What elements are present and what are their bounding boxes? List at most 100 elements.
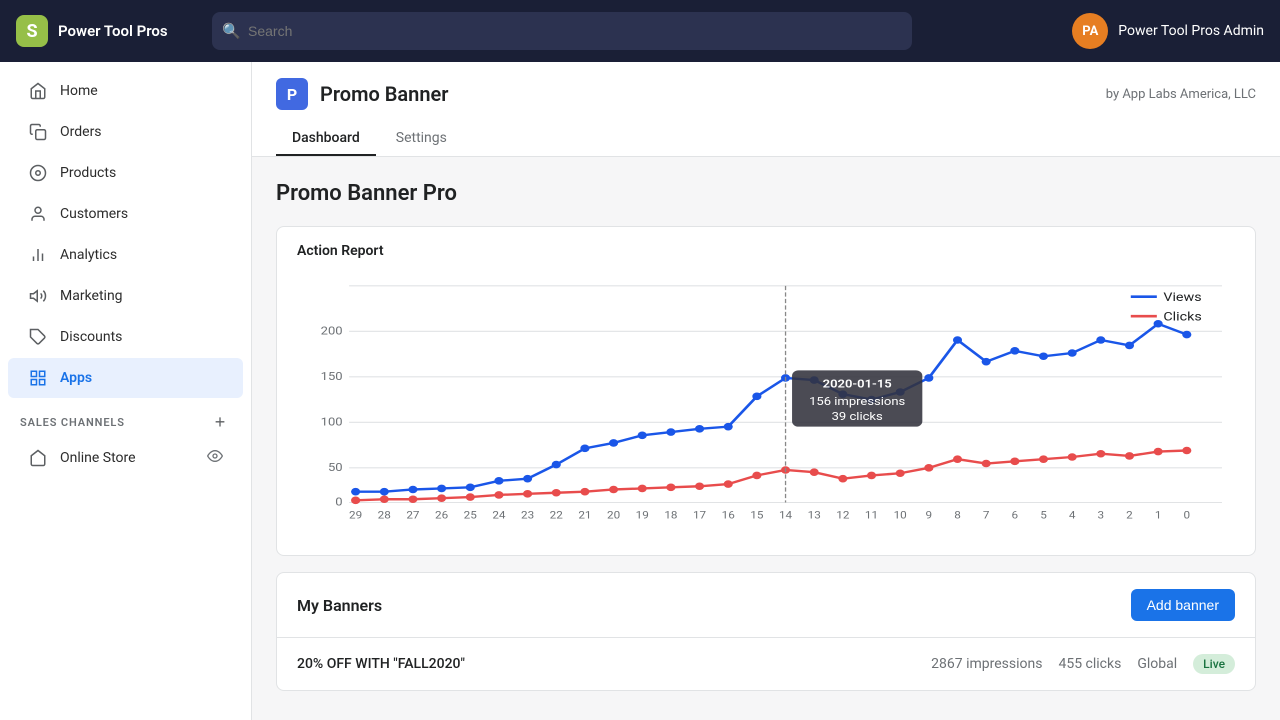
brand[interactable]: S Power Tool Pros — [16, 15, 196, 47]
svg-text:3: 3 — [1098, 510, 1105, 522]
svg-text:1: 1 — [1155, 510, 1162, 522]
svg-text:200: 200 — [321, 325, 343, 338]
sidebar-label-home: Home — [60, 83, 98, 99]
sidebar-label-orders: Orders — [60, 124, 102, 140]
svg-text:39 clicks: 39 clicks — [832, 410, 883, 423]
svg-text:150: 150 — [321, 370, 343, 383]
svg-text:100: 100 — [321, 416, 343, 429]
orders-icon — [28, 122, 48, 142]
svg-text:25: 25 — [464, 510, 477, 522]
svg-text:19: 19 — [636, 510, 649, 522]
svg-text:16: 16 — [722, 510, 735, 522]
svg-text:7: 7 — [983, 510, 990, 522]
sidebar-item-analytics[interactable]: Analytics — [8, 235, 243, 275]
svg-text:8: 8 — [954, 510, 961, 522]
sidebar-item-apps[interactable]: Apps — [8, 358, 243, 398]
sales-channels-header: SALES CHANNELS + — [0, 399, 251, 437]
tab-settings[interactable]: Settings — [380, 122, 463, 156]
svg-text:26: 26 — [435, 510, 448, 522]
analytics-icon — [28, 245, 48, 265]
sidebar-label-discounts: Discounts — [60, 329, 122, 345]
tab-dashboard[interactable]: Dashboard — [276, 122, 376, 156]
user-name: Power Tool Pros Admin — [1118, 23, 1264, 39]
app-logo: P — [276, 78, 308, 110]
app-header: P Promo Banner by App Labs America, LLC … — [252, 62, 1280, 157]
banner-row: 20% OFF WITH "FALL2020" 2867 impressions… — [277, 637, 1255, 690]
sidebar-label-apps: Apps — [60, 370, 92, 386]
banner-clicks: 455 clicks — [1058, 656, 1121, 672]
sidebar-label-analytics: Analytics — [60, 247, 117, 263]
sidebar-item-products[interactable]: Products — [8, 153, 243, 193]
home-icon — [28, 81, 48, 101]
banner-scope: Global — [1137, 656, 1177, 672]
svg-text:12: 12 — [836, 510, 849, 522]
customers-icon — [28, 204, 48, 224]
online-store-visibility-icon[interactable] — [207, 448, 223, 468]
sidebar-item-customers[interactable]: Customers — [8, 194, 243, 234]
user-area: PA Power Tool Pros Admin — [1072, 13, 1264, 49]
svg-text:15: 15 — [750, 510, 763, 522]
apps-icon — [28, 368, 48, 388]
app-author: by App Labs America, LLC — [1106, 87, 1256, 102]
svg-text:50: 50 — [328, 461, 343, 474]
sidebar-item-online-store[interactable]: Online Store — [8, 438, 243, 478]
top-nav: S Power Tool Pros 🔍 PA Power Tool Pros A… — [0, 0, 1280, 62]
svg-text:13: 13 — [808, 510, 821, 522]
chart-title: Action Report — [277, 227, 1255, 267]
sidebar-label-marketing: Marketing — [60, 288, 123, 304]
svg-text:21: 21 — [578, 510, 591, 522]
action-report-card: Action Report 0 50 100 150 — [276, 226, 1256, 556]
svg-text:5: 5 — [1040, 510, 1047, 522]
svg-text:0: 0 — [335, 496, 343, 509]
chart-container: 0 50 100 150 200 — [277, 267, 1255, 555]
svg-text:20: 20 — [607, 510, 620, 522]
add-sales-channel-button[interactable]: + — [209, 411, 231, 433]
products-icon — [28, 163, 48, 183]
svg-text:27: 27 — [406, 510, 419, 522]
banner-status-badge: Live — [1193, 654, 1235, 674]
banners-title: My Banners — [297, 596, 382, 615]
sidebar-label-online-store: Online Store — [60, 450, 136, 466]
sidebar-label-products: Products — [60, 165, 116, 181]
svg-text:9: 9 — [926, 510, 933, 522]
layout: Home Orders Products Customers Analytics — [0, 62, 1280, 720]
page-title: Promo Banner Pro — [276, 181, 1256, 206]
avatar[interactable]: PA — [1072, 13, 1108, 49]
banners-header: My Banners Add banner — [277, 573, 1255, 637]
svg-text:156 impressions: 156 impressions — [809, 395, 905, 408]
svg-text:18: 18 — [664, 510, 677, 522]
banner-name: 20% OFF WITH "FALL2020" — [297, 656, 915, 672]
svg-text:4: 4 — [1069, 510, 1076, 522]
search-bar: 🔍 — [212, 12, 912, 50]
sidebar-item-orders[interactable]: Orders — [8, 112, 243, 152]
svg-text:24: 24 — [492, 510, 505, 522]
online-store-icon — [28, 448, 48, 468]
search-input[interactable] — [212, 12, 912, 50]
chart-svg: 0 50 100 150 200 — [297, 275, 1235, 535]
app-name: Promo Banner — [320, 82, 448, 106]
discounts-icon — [28, 327, 48, 347]
app-tabs: Dashboard Settings — [276, 122, 1256, 156]
marketing-icon — [28, 286, 48, 306]
svg-text:Clicks: Clicks — [1163, 311, 1202, 325]
sidebar-item-home[interactable]: Home — [8, 71, 243, 111]
brand-icon: S — [16, 15, 48, 47]
sidebar-item-marketing[interactable]: Marketing — [8, 276, 243, 316]
sidebar: Home Orders Products Customers Analytics — [0, 62, 252, 720]
svg-text:2: 2 — [1126, 510, 1133, 522]
svg-text:0: 0 — [1184, 510, 1191, 522]
svg-text:10: 10 — [894, 510, 907, 522]
add-banner-button[interactable]: Add banner — [1131, 589, 1235, 621]
banner-impressions: 2867 impressions — [931, 656, 1042, 672]
svg-text:29: 29 — [349, 510, 362, 522]
search-icon: 🔍 — [222, 22, 241, 40]
svg-text:28: 28 — [378, 510, 391, 522]
svg-text:17: 17 — [693, 510, 706, 522]
sales-channels-label: SALES CHANNELS — [20, 416, 125, 429]
svg-text:23: 23 — [521, 510, 534, 522]
svg-text:6: 6 — [1012, 510, 1019, 522]
sidebar-item-discounts[interactable]: Discounts — [8, 317, 243, 357]
svg-text:2020-01-15: 2020-01-15 — [823, 378, 892, 391]
banners-card: My Banners Add banner 20% OFF WITH "FALL… — [276, 572, 1256, 691]
brand-name: Power Tool Pros — [58, 22, 168, 40]
